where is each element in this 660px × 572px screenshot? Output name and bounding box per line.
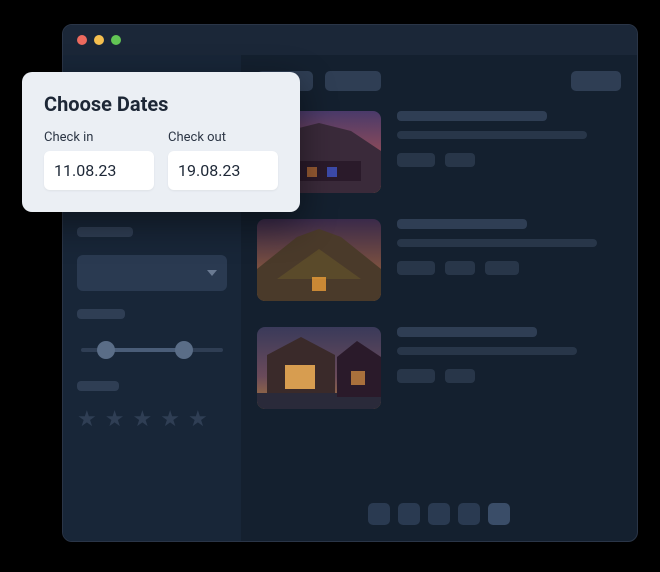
- slider-thumb-min[interactable]: [97, 341, 115, 359]
- maximize-window-icon[interactable]: [111, 35, 121, 45]
- window-titlebar: [63, 25, 637, 55]
- check-out-column: Check out 19.08.23: [168, 130, 278, 190]
- page-button[interactable]: [428, 503, 450, 525]
- page-button[interactable]: [458, 503, 480, 525]
- page-button[interactable]: [368, 503, 390, 525]
- tab-item[interactable]: [325, 71, 381, 91]
- close-window-icon[interactable]: [77, 35, 87, 45]
- listing-body: [397, 219, 621, 301]
- date-picker-card: Choose Dates Check in 11.08.23 Check out…: [22, 72, 300, 212]
- sort-button[interactable]: [571, 71, 621, 91]
- check-in-label: Check in: [44, 130, 154, 145]
- star-icon[interactable]: ★: [132, 409, 152, 431]
- page-button[interactable]: [398, 503, 420, 525]
- star-icon[interactable]: ★: [105, 409, 125, 431]
- check-out-input[interactable]: 19.08.23: [168, 151, 278, 190]
- star-icon[interactable]: ★: [160, 409, 180, 431]
- filter-section-label: [77, 227, 133, 237]
- listing-thumbnail: [257, 327, 381, 409]
- listing-row[interactable]: [257, 111, 621, 193]
- check-in-input[interactable]: 11.08.23: [44, 151, 154, 190]
- listing-chip: [397, 153, 435, 167]
- listing-row[interactable]: [257, 219, 621, 301]
- chevron-down-icon: [207, 270, 217, 276]
- listing-chip: [397, 369, 435, 383]
- rating-label: [77, 381, 119, 391]
- listing-chip: [445, 261, 475, 275]
- star-rating-filter[interactable]: ★ ★ ★ ★ ★: [77, 409, 227, 431]
- date-picker-title: Choose Dates: [44, 92, 278, 116]
- filter-dropdown[interactable]: [77, 255, 227, 291]
- star-icon[interactable]: ★: [77, 409, 97, 431]
- listing-chip: [397, 261, 435, 275]
- listing-chip: [485, 261, 519, 275]
- listing-subtitle-skeleton: [397, 239, 597, 247]
- listing-subtitle-skeleton: [397, 347, 577, 355]
- listing-chips: [397, 261, 621, 275]
- listing-title-skeleton: [397, 219, 527, 229]
- slider-range: [105, 348, 183, 352]
- results-topbar: [257, 71, 621, 91]
- listing-chips: [397, 369, 621, 383]
- price-range-label: [77, 309, 125, 319]
- listing-title-skeleton: [397, 111, 547, 121]
- listing-chip: [445, 153, 475, 167]
- price-range-slider[interactable]: [77, 337, 227, 363]
- results-panel: [241, 55, 637, 541]
- listing-subtitle-skeleton: [397, 131, 587, 139]
- listing-thumbnail: [257, 219, 381, 301]
- listing-title-skeleton: [397, 327, 537, 337]
- check-out-label: Check out: [168, 130, 278, 145]
- pagination: [257, 503, 621, 525]
- listing-chip: [445, 369, 475, 383]
- minimize-window-icon[interactable]: [94, 35, 104, 45]
- topbar-spacer: [393, 71, 559, 91]
- listing-body: [397, 327, 621, 409]
- date-row: Check in 11.08.23 Check out 19.08.23: [44, 130, 278, 190]
- listing-chips: [397, 153, 621, 167]
- star-icon[interactable]: ★: [188, 409, 208, 431]
- check-in-column: Check in 11.08.23: [44, 130, 154, 190]
- listing-body: [397, 111, 621, 193]
- page-button-active[interactable]: [488, 503, 510, 525]
- slider-thumb-max[interactable]: [175, 341, 193, 359]
- listing-row[interactable]: [257, 327, 621, 409]
